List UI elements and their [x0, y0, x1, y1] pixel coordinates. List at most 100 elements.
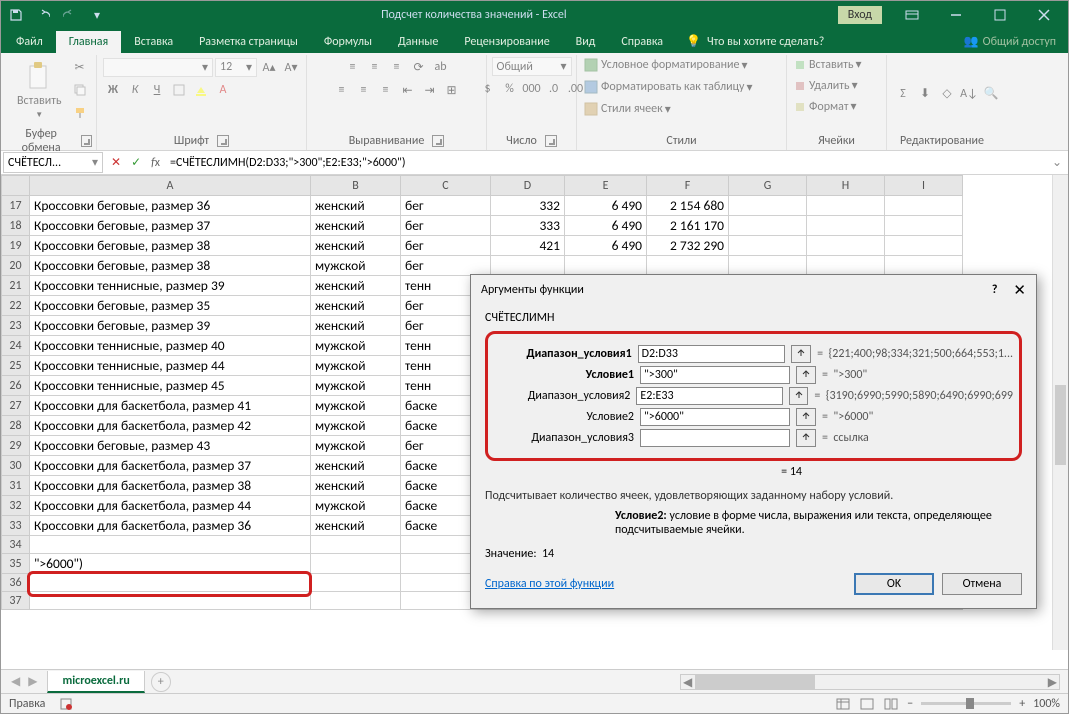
enter-formula-icon[interactable]: ✓	[131, 155, 141, 170]
cell[interactable]: мужской	[311, 256, 401, 276]
number-format-combo[interactable]: Общий▾	[492, 57, 572, 76]
formula-input[interactable]: =СЧЁТЕСЛИМН(D2:D33;">300";E2:E33;">6000"…	[166, 154, 1046, 172]
cell[interactable]: Кроссовки для баскетбола, размер 38	[30, 476, 311, 496]
cell[interactable]: Кроссовки для баскетбола, размер 42	[30, 416, 311, 436]
tab-Данные[interactable]: Данные	[385, 31, 451, 53]
row-header-31[interactable]: 31	[2, 476, 30, 496]
indent-dec-icon[interactable]: ⇤	[398, 80, 418, 100]
arg-input-1[interactable]	[640, 366, 790, 384]
cell[interactable]: Кроссовки теннисные, размер 39	[30, 276, 311, 296]
tab-Вид[interactable]: Вид	[563, 31, 609, 53]
number-launcher[interactable]	[545, 135, 557, 147]
tab-Разметка страницы[interactable]: Разметка страницы	[186, 31, 311, 53]
row-header-28[interactable]: 28	[2, 416, 30, 436]
insert-cells-button[interactable]: Вставить ▾	[793, 57, 862, 72]
cell[interactable]	[885, 256, 963, 276]
vertical-scrollbar[interactable]	[1052, 175, 1068, 650]
cancel-formula-icon[interactable]: ✕	[111, 155, 121, 170]
bold-icon[interactable]: Ж	[103, 80, 123, 100]
cell[interactable]: 6 490	[565, 216, 647, 236]
cell[interactable]: Кроссовки теннисные, размер 44	[30, 356, 311, 376]
cell[interactable]: Кроссовки беговые, размер 39	[30, 316, 311, 336]
cell[interactable]: женский	[311, 296, 401, 316]
row-header-23[interactable]: 23	[2, 316, 30, 336]
border-icon[interactable]	[169, 80, 189, 100]
font-color-icon[interactable]: A	[213, 80, 233, 100]
tab-Справка[interactable]: Справка	[608, 31, 676, 53]
cell[interactable]: мужской	[311, 336, 401, 356]
collapse-dialog-icon[interactable]	[796, 408, 816, 426]
cell[interactable]	[311, 536, 401, 554]
row-header-21[interactable]: 21	[2, 276, 30, 296]
cell[interactable]: женский	[311, 216, 401, 236]
dialog-close-icon[interactable]: ✕	[1013, 281, 1026, 300]
zoom-level[interactable]: 100%	[1033, 697, 1060, 711]
row-header-33[interactable]: 33	[2, 516, 30, 536]
zoom-out-icon[interactable]: −	[907, 697, 913, 711]
col-header-C[interactable]: C	[401, 176, 491, 196]
macro-record-icon[interactable]	[59, 697, 73, 711]
cell[interactable]: женский	[311, 456, 401, 476]
row-header-20[interactable]: 20	[2, 256, 30, 276]
shrink-font-icon[interactable]: A▾	[281, 57, 301, 77]
minimize-icon[interactable]	[934, 1, 978, 29]
col-header-F[interactable]: F	[647, 176, 729, 196]
align-bottom-icon[interactable]: ≡	[387, 57, 407, 77]
format-table-button[interactable]: Форматировать как таблицу ▾	[583, 79, 753, 95]
expand-formula-icon[interactable]: ⌄	[1046, 155, 1068, 170]
name-box[interactable]: СЧЁТЕСЛ...▾	[3, 152, 103, 173]
save-icon[interactable]	[3, 3, 29, 27]
cut-icon[interactable]: ✂	[70, 57, 90, 77]
tell-me[interactable]: 💡Что вы хотите сделать?	[676, 30, 834, 53]
cell[interactable]: бег	[401, 256, 491, 276]
view-normal-icon[interactable]	[835, 697, 851, 711]
tab-Формулы[interactable]: Формулы	[311, 31, 385, 53]
autosum-icon[interactable]: Σ	[893, 84, 913, 104]
row-header-19[interactable]: 19	[2, 236, 30, 256]
help-link[interactable]: Справка по этой функции	[485, 577, 614, 591]
indent-inc-icon[interactable]: ⇥	[420, 80, 440, 100]
percent-icon[interactable]: %	[500, 79, 520, 99]
cell[interactable]: 6 490	[565, 236, 647, 256]
cell[interactable]: Кроссовки беговые, размер 36	[30, 196, 311, 216]
view-pagebreak-icon[interactable]	[883, 697, 899, 711]
cell[interactable]: мужской	[311, 436, 401, 456]
row-header-35[interactable]: 35	[2, 554, 30, 574]
row-header-34[interactable]: 34	[2, 536, 30, 554]
zoom-in-icon[interactable]: +	[1019, 697, 1025, 711]
row-header-36[interactable]: 36	[2, 574, 30, 592]
row-header-17[interactable]: 17	[2, 196, 30, 216]
cell[interactable]	[491, 256, 565, 276]
cell[interactable]	[807, 236, 885, 256]
cancel-button[interactable]: Отмена	[942, 573, 1022, 595]
cell[interactable]: 2 732 290	[647, 236, 729, 256]
cell[interactable]: Кроссовки для баскетбола, размер 37	[30, 456, 311, 476]
cell[interactable]: мужской	[311, 376, 401, 396]
row-header-18[interactable]: 18	[2, 216, 30, 236]
format-painter-icon[interactable]	[70, 103, 90, 123]
clipboard-launcher[interactable]	[81, 135, 92, 147]
cell[interactable]: 2 154 680	[647, 196, 729, 216]
cell[interactable]: Кроссовки теннисные, размер 45	[30, 376, 311, 396]
row-header-27[interactable]: 27	[2, 396, 30, 416]
login-button[interactable]: Вход	[838, 6, 882, 24]
cell[interactable]: женский	[311, 316, 401, 336]
cell-styles-button[interactable]: Стили ячеек ▾	[583, 101, 671, 117]
clear-icon[interactable]: ◇	[937, 84, 957, 104]
maximize-icon[interactable]	[978, 1, 1022, 29]
qat-dropdown-icon[interactable]: ▾	[84, 3, 110, 27]
cell[interactable]	[885, 236, 963, 256]
cell[interactable]: 6 490	[565, 196, 647, 216]
collapse-dialog-icon[interactable]	[796, 429, 816, 447]
format-cells-button[interactable]: Формат ▾	[793, 99, 857, 114]
cell[interactable]: мужской	[311, 356, 401, 376]
wrap-text-icon[interactable]: ab	[431, 57, 451, 77]
row-header-32[interactable]: 32	[2, 496, 30, 516]
row-header-30[interactable]: 30	[2, 456, 30, 476]
col-header-G[interactable]: G	[729, 176, 807, 196]
font-name-combo[interactable]: ▾	[103, 58, 213, 77]
redo-icon[interactable]	[57, 3, 83, 27]
arg-input-0[interactable]	[638, 345, 786, 363]
cell[interactable]: Кроссовки теннисные, размер 40	[30, 336, 311, 356]
tab-nav-prev-icon[interactable]: ◀	[11, 674, 20, 689]
